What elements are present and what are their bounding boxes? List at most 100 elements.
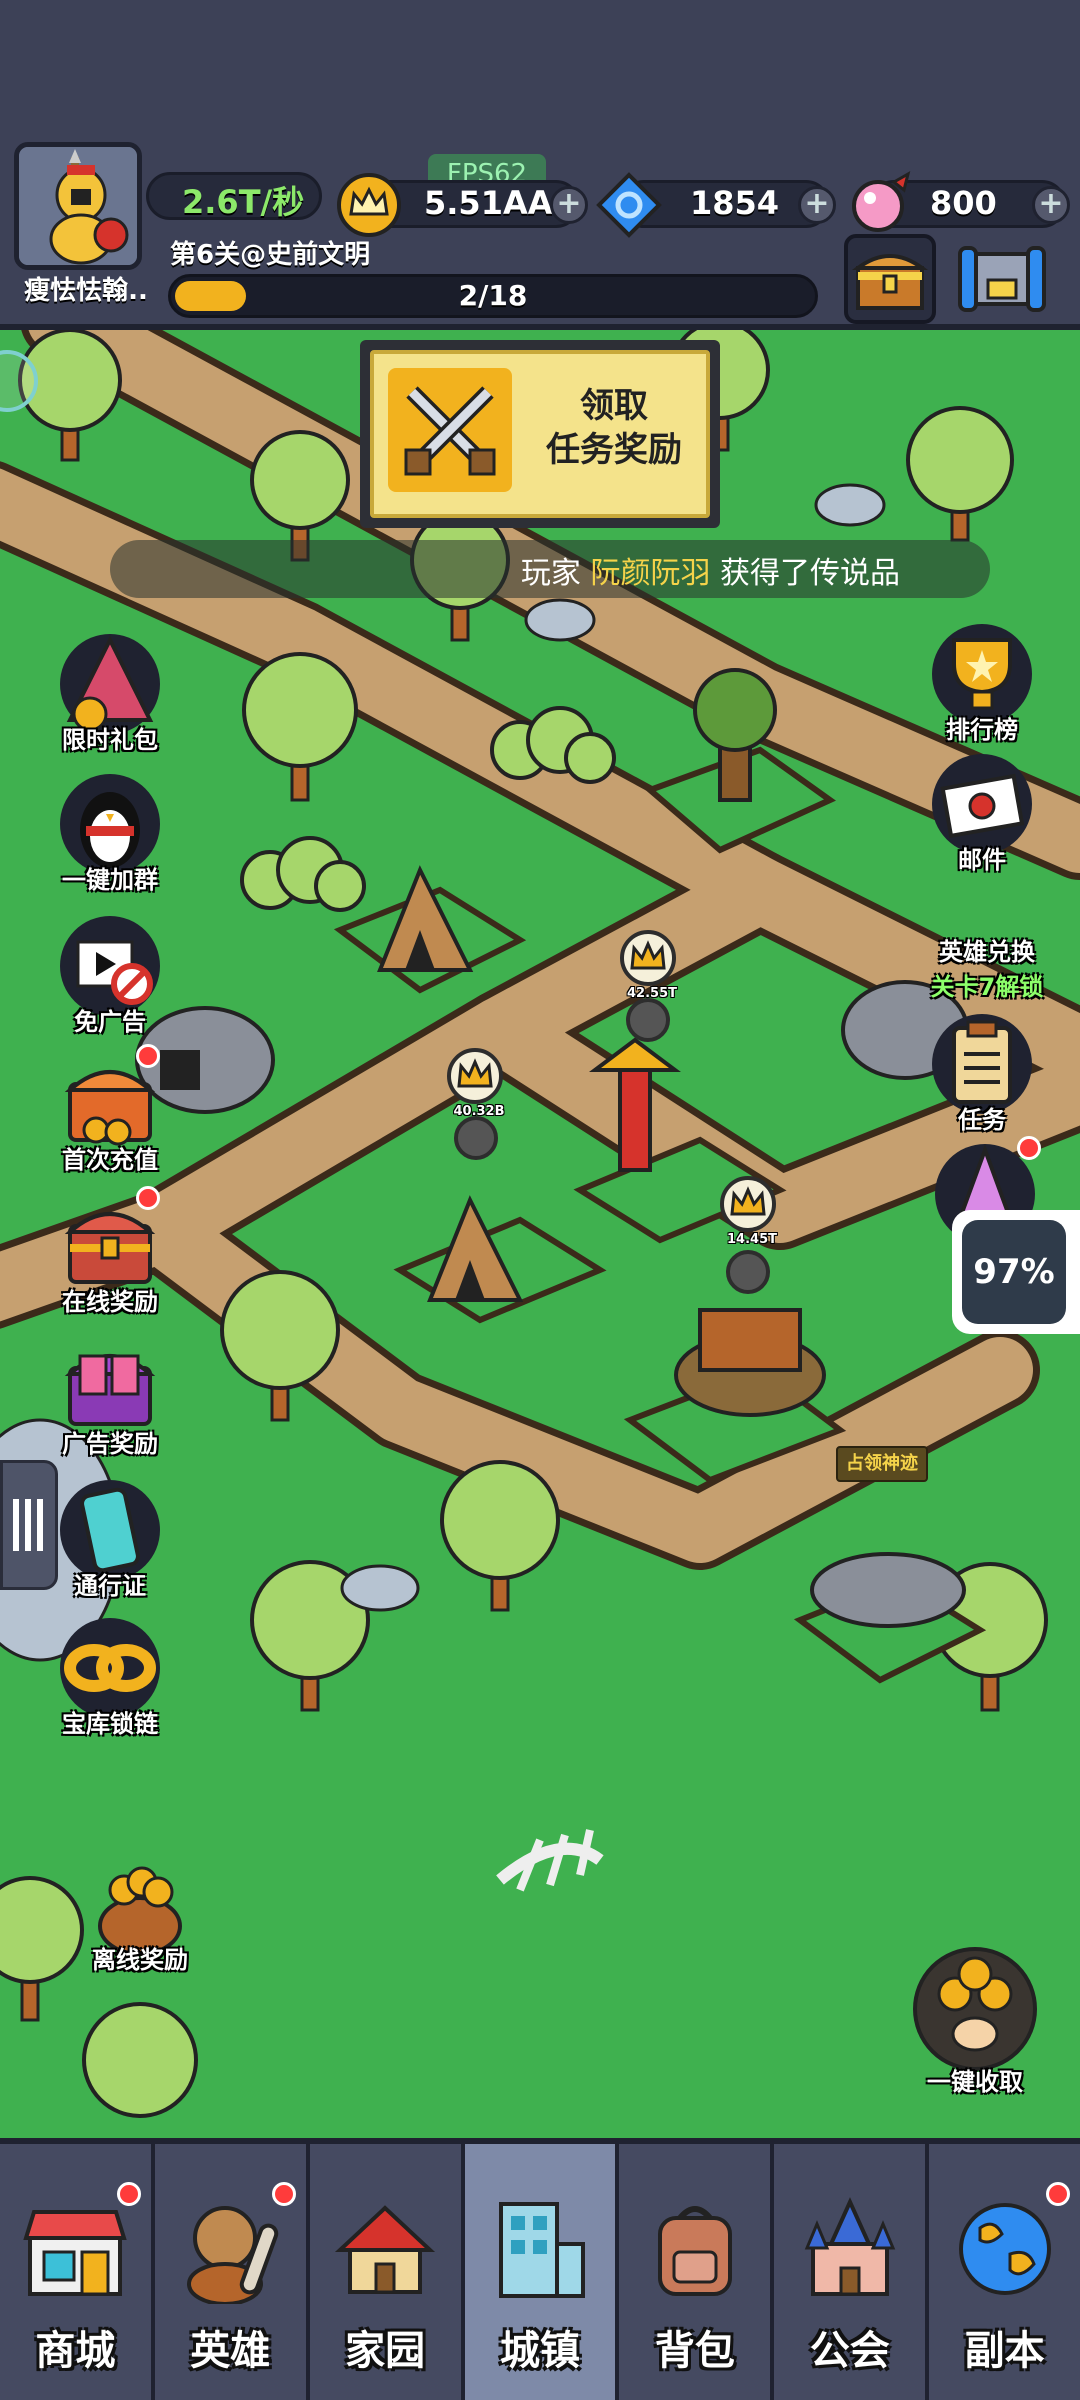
hero-exchange-label: 英雄兑换 [939,938,1035,966]
offline-reward-button[interactable]: 离线奖励 [70,1850,210,1975]
task-label: 任务 [958,1106,1006,1134]
blue-gem-icon [596,172,662,238]
leaderboard-label: 排行榜 [946,716,1018,744]
ticker-message: 获得了传说品 [720,556,900,591]
stage-progress-text: 2/18 [458,279,528,312]
add-gold-button[interactable]: + [550,186,588,224]
income-rate: 2.6T/秒 [182,183,305,221]
crown-coin-icon [337,173,401,237]
gold-amount: 5.51AA [424,184,553,222]
collect-all-label: 一键收取 [927,2068,1023,2096]
first-recharge-label: 首次充值 [62,1146,158,1174]
nav-dungeon-badge [1046,2182,1071,2206]
hero-exchange-button[interactable]: 英雄兑换 关卡7解锁 [912,890,1062,1002]
crown-icon [630,940,666,970]
battle-pass-button[interactable] [952,240,1052,320]
shop-icon [23,2210,128,2296]
ticker-prefix: 玩家 [520,556,581,591]
player-avatar[interactable] [14,142,142,270]
nav-guild-label: 公会 [809,2328,890,2374]
nav-town[interactable]: 城镇 [464,2144,620,2400]
backpack-icon [657,2206,732,2296]
quest-reward-banner[interactable]: 领取 任务奖励 [360,340,720,528]
collect-all-button[interactable]: 一键收取 [900,1944,1050,2097]
bottom-nav: 商城 英雄 家园 城镇 背包 公会 副本 [0,2138,1080,2400]
building-crown-tag-2[interactable]: 42.55T [620,930,677,1001]
building-value-3: 14.45T [727,1232,777,1247]
ticker-player-name: 阮颜阮羽 [590,556,711,591]
no-ads-button[interactable]: 免广告 [40,912,180,1037]
nav-heroes[interactable]: 英雄 [154,2144,310,2400]
building-crown-tag-3[interactable]: 14.45T [720,1176,777,1247]
crossed-swords-icon [388,368,512,492]
first-recharge-badge [136,1044,160,1068]
menu-bars-icon [13,1499,43,1551]
side-drawer-handle[interactable] [0,1460,58,1590]
nav-heroes-badge [271,2182,296,2206]
stage-progress-bar: 2/18 [168,274,818,318]
vault-chain-label: 宝库锁链 [62,1710,158,1738]
no-ads-label: 免广告 [74,1008,146,1036]
nav-shop-badge [116,2182,141,2206]
crown-icon [730,1186,766,1216]
limited-gift-label: 限时礼包 [62,726,158,754]
treasure-button[interactable] [844,234,936,324]
task-button[interactable]: 任务 [912,1010,1052,1135]
castle-icon [804,2197,895,2296]
nav-dungeon-label: 副本 [964,2328,1045,2374]
nav-shop[interactable]: 商城 [0,2144,155,2400]
quest-line-1: 领取 [580,386,648,426]
occupy-wonder-label[interactable]: 占领神迹 [836,1446,928,1482]
caveman-hero-icon [187,2206,279,2304]
join-group-button[interactable]: 一键加群 [40,770,180,895]
building-hero-avatar-2[interactable] [626,998,670,1042]
hero-exchange-unlock: 关卡7解锁 [930,973,1044,1001]
spartan-warrior-icon [19,147,137,265]
add-candy-button[interactable]: + [1032,186,1070,224]
ad-reward-label: 广告奖励 [62,1430,158,1458]
leaderboard-button[interactable]: 排行榜 [912,620,1052,745]
globe-icon [958,2203,1051,2295]
town-map[interactable]: 领取 任务奖励 玩家 阮颜阮羽 获得了传说品 限时礼包 一键加群 免广告 首次充… [0,330,1080,2138]
treasure-chest-icon [851,254,929,310]
scroll-icon [958,246,1046,312]
limited-gift-button[interactable]: 限时礼包 [40,630,180,755]
battle-pass-side-button[interactable]: 通行证 [40,1476,180,1601]
building-hero-avatar-1[interactable] [454,1116,498,1160]
crown-icon [457,1058,493,1088]
nav-backpack[interactable]: 背包 [619,2144,775,2400]
nav-town-label: 城镇 [500,2328,580,2374]
building-hero-avatar-3[interactable] [726,1250,770,1294]
first-recharge-button[interactable]: 首次充值 [40,1044,180,1175]
player-name: 瘦怯怯翰.. [24,276,148,306]
mail-label: 邮件 [958,846,1006,874]
ad-reward-button[interactable]: 广告奖励 [40,1334,180,1459]
offline-reward-label: 离线奖励 [92,1946,188,1974]
house-icon [335,2205,436,2294]
download-progress-text: 97% [962,1220,1066,1324]
vault-chain-button[interactable]: 宝库锁链 [40,1614,180,1739]
building-crown-tag-1[interactable]: 40.32B [447,1048,505,1119]
nav-dungeon[interactable]: 副本 [929,2144,1080,2400]
candy-amount: 800 [930,184,997,222]
nav-shop-label: 商城 [35,2328,116,2374]
quest-line-2: 任务奖励 [546,430,682,470]
nav-home-label: 家园 [345,2328,426,2374]
online-reward-badge [136,1186,160,1210]
download-progress-badge[interactable]: 97% [952,1210,1080,1334]
online-reward-button[interactable]: 在线奖励 [40,1186,180,1317]
nav-home[interactable]: 家园 [309,2144,465,2400]
add-gems-button[interactable]: + [798,186,836,224]
join-group-label: 一键加群 [62,866,158,894]
nav-heroes-label: 英雄 [190,2328,271,2374]
collect-all-icon [913,1944,1037,2071]
nav-backpack-label: 背包 [654,2328,735,2374]
event-badge [1017,1136,1041,1160]
nav-guild[interactable]: 公会 [774,2144,930,2400]
battle-pass-label: 通行证 [74,1572,146,1600]
top-hud: 瘦怯怯翰.. 2.6T/秒 FPS62 5.51AA + 1854 + 800 … [0,0,1080,330]
online-reward-label: 在线奖励 [62,1288,158,1316]
gems-amount: 1854 [690,184,780,222]
mail-button[interactable]: 邮件 [912,750,1052,875]
broadcast-ticker: 玩家 阮颜阮羽 获得了传说品 [110,540,990,598]
